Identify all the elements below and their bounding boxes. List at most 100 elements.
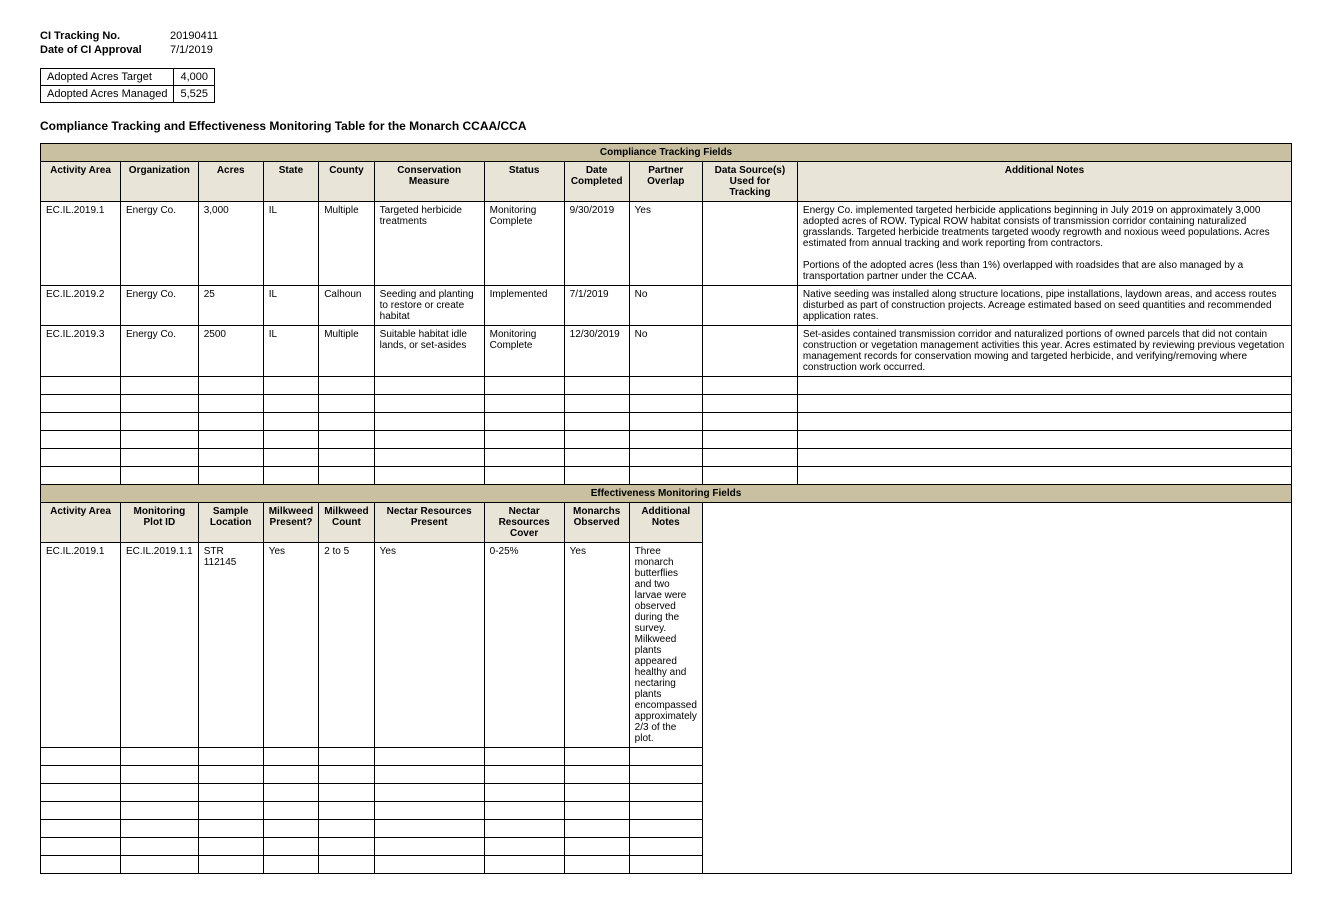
empty-cell	[319, 377, 374, 395]
compliance-cell: 7/1/2019	[564, 286, 629, 326]
empty-cell	[702, 377, 797, 395]
empty-cell	[41, 748, 121, 766]
acres-managed-value: 5,525	[174, 86, 215, 103]
empty-cell	[374, 838, 484, 856]
compliance-data-row: EC.IL.2019.2Energy Co.25ILCalhounSeeding…	[41, 286, 1292, 326]
col-county: County	[319, 162, 374, 202]
compliance-cell: Multiple	[319, 326, 374, 377]
empty-cell	[484, 820, 564, 838]
empty-cell	[263, 784, 318, 802]
empty-cell	[797, 449, 1291, 467]
empty-cell	[263, 467, 318, 485]
compliance-cell: 2500	[198, 326, 263, 377]
compliance-cell: IL	[263, 202, 318, 286]
empty-cell	[374, 784, 484, 802]
empty-cell	[198, 748, 263, 766]
compliance-cell	[702, 326, 797, 377]
compliance-empty-row	[41, 413, 1292, 431]
compliance-cell: Energy Co.	[121, 326, 199, 377]
empty-cell	[41, 377, 121, 395]
empty-cell	[374, 467, 484, 485]
compliance-cell: Energy Co.	[121, 286, 199, 326]
empty-cell	[198, 838, 263, 856]
empty-cell	[121, 467, 199, 485]
compliance-cell: Multiple	[319, 202, 374, 286]
effectiveness-empty-row	[41, 838, 1292, 856]
empty-cell	[702, 431, 797, 449]
empty-cell	[121, 413, 199, 431]
compliance-cell	[702, 286, 797, 326]
compliance-cell: Monitoring Complete	[484, 326, 564, 377]
compliance-cell: Monitoring Complete	[484, 202, 564, 286]
eff-col-activity-area: Activity Area	[41, 503, 121, 543]
col-partner-overlap: Partner Overlap	[629, 162, 702, 202]
empty-cell	[319, 467, 374, 485]
empty-cell	[564, 802, 629, 820]
approval-value: 7/1/2019	[170, 44, 213, 56]
eff-col-sample-location: Sample Location	[198, 503, 263, 543]
compliance-cell: Energy Co. implemented targeted herbicid…	[797, 202, 1291, 286]
empty-cell	[797, 413, 1291, 431]
effectiveness-data-row: EC.IL.2019.1EC.IL.2019.1.1STR 112145Yes2…	[41, 543, 1292, 748]
compliance-cell: 9/30/2019	[564, 202, 629, 286]
effectiveness-empty-row	[41, 856, 1292, 874]
effectiveness-empty-row	[41, 820, 1292, 838]
empty-cell	[629, 449, 702, 467]
col-additional-notes: Additional Notes	[797, 162, 1291, 202]
empty-cell	[263, 838, 318, 856]
compliance-data-row: EC.IL.2019.3Energy Co.2500ILMultipleSuit…	[41, 326, 1292, 377]
approval-label: Date of CI Approval	[40, 44, 170, 56]
empty-cell	[263, 856, 318, 874]
empty-cell	[263, 449, 318, 467]
empty-cell	[374, 802, 484, 820]
empty-cell	[484, 377, 564, 395]
empty-cell	[263, 766, 318, 784]
compliance-cell: Energy Co.	[121, 202, 199, 286]
col-conservation-measure: Conservation Measure	[374, 162, 484, 202]
compliance-cell: IL	[263, 326, 318, 377]
compliance-cell: 3,000	[198, 202, 263, 286]
empty-cell	[484, 449, 564, 467]
empty-cell	[484, 802, 564, 820]
compliance-cell: 12/30/2019	[564, 326, 629, 377]
empty-cell	[41, 395, 121, 413]
empty-cell	[121, 820, 199, 838]
empty-cell	[121, 856, 199, 874]
empty-cell	[564, 766, 629, 784]
compliance-cell: No	[629, 326, 702, 377]
empty-cell	[319, 856, 374, 874]
empty-cell	[702, 449, 797, 467]
empty-cell	[121, 395, 199, 413]
col-activity-area: Activity Area	[41, 162, 121, 202]
empty-cell	[484, 766, 564, 784]
compliance-cell: Targeted herbicide treatments	[374, 202, 484, 286]
empty-cell	[319, 431, 374, 449]
compliance-cell: Seeding and planting to restore or creat…	[374, 286, 484, 326]
eff-col-nectar-cover: Nectar Resources Cover	[484, 503, 564, 543]
empty-cell	[374, 449, 484, 467]
col-organization: Organization	[121, 162, 199, 202]
empty-cell	[121, 838, 199, 856]
empty-cell	[484, 784, 564, 802]
main-table: Compliance Tracking Fields Activity Area…	[40, 143, 1292, 874]
tracking-label: CI Tracking No.	[40, 30, 170, 42]
empty-cell	[374, 377, 484, 395]
effectiveness-cell: 0-25%	[484, 543, 564, 748]
empty-cell	[484, 431, 564, 449]
effectiveness-cell: Yes	[564, 543, 629, 748]
empty-cell	[629, 766, 702, 784]
empty-cell	[41, 784, 121, 802]
empty-cell	[198, 820, 263, 838]
empty-cell	[319, 395, 374, 413]
empty-cell	[374, 820, 484, 838]
empty-cell	[41, 838, 121, 856]
empty-cell	[564, 413, 629, 431]
empty-cell	[564, 449, 629, 467]
empty-cell	[319, 784, 374, 802]
empty-cell	[484, 467, 564, 485]
empty-cell	[121, 802, 199, 820]
compliance-empty-row	[41, 377, 1292, 395]
empty-cell	[121, 748, 199, 766]
empty-cell	[564, 820, 629, 838]
acres-target-value: 4,000	[174, 69, 215, 86]
